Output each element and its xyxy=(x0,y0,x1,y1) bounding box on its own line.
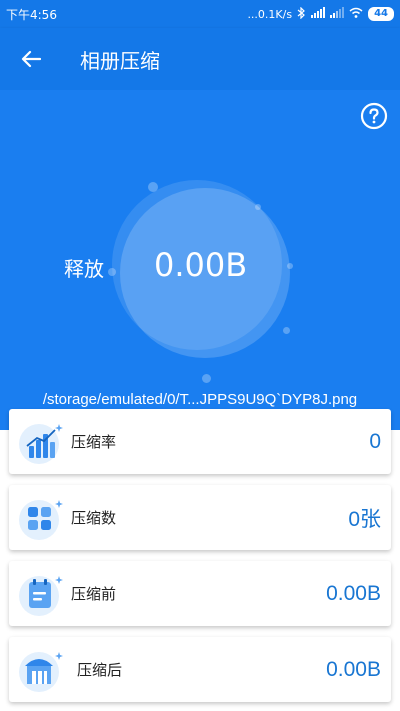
stat-label: 压缩前 xyxy=(71,585,117,603)
help-button[interactable] xyxy=(360,102,388,134)
network-speed: ...0.1K/s xyxy=(247,7,293,21)
status-bar: 下午4:56 ...0.1K/s 44 xyxy=(0,0,400,28)
stat-label: 压缩数 xyxy=(71,509,117,527)
storehouse-icon xyxy=(17,644,69,696)
bubble-dot xyxy=(255,204,261,210)
wifi-icon xyxy=(349,7,363,21)
stat-card-after-size: 压缩后 0.00B xyxy=(9,637,391,702)
status-icons: ...0.1K/s 44 xyxy=(247,6,394,22)
bubble-dot xyxy=(148,182,158,192)
stat-label: 压缩率 xyxy=(71,433,117,451)
release-label: 释放 xyxy=(64,257,104,281)
release-value: 0.00B xyxy=(154,246,248,284)
bubble-dot xyxy=(108,268,116,276)
bar-chart-icon xyxy=(17,416,69,468)
signal-2-icon xyxy=(330,7,345,21)
page-title: 相册压缩 xyxy=(80,48,160,73)
stat-value: 0张 xyxy=(348,507,381,531)
stat-card-compression-rate: 压缩率 0 xyxy=(9,409,391,474)
question-circle-icon xyxy=(360,102,388,130)
stat-card-before-size: 压缩前 0.00B xyxy=(9,561,391,626)
stat-value: 0.00B xyxy=(326,657,381,681)
app-bar: 相册压缩 xyxy=(0,28,400,90)
bubble-dot xyxy=(202,374,211,383)
bubble-dot xyxy=(287,263,293,269)
bluetooth-icon xyxy=(297,6,306,22)
bubble-dot xyxy=(283,327,290,334)
back-button[interactable] xyxy=(0,50,62,68)
current-file-path: /storage/emulated/0/T...JPPS9U9Q`DYP8J.p… xyxy=(42,391,358,408)
status-time: 下午4:56 xyxy=(6,7,57,22)
arrow-left-icon xyxy=(21,50,41,68)
battery-indicator: 44 xyxy=(368,7,394,21)
signal-icon xyxy=(311,7,326,21)
release-summary-panel: 释放 0.00B /storage/emulated/0/T...JPPS9U9… xyxy=(0,90,400,430)
stat-value: 0.00B xyxy=(326,581,381,605)
stat-label: 压缩后 xyxy=(77,661,123,679)
stat-value: 0 xyxy=(369,429,381,453)
grid-apps-icon xyxy=(17,492,69,544)
stat-card-compressed-count: 压缩数 0张 xyxy=(9,485,391,550)
calendar-doc-icon xyxy=(17,568,69,620)
